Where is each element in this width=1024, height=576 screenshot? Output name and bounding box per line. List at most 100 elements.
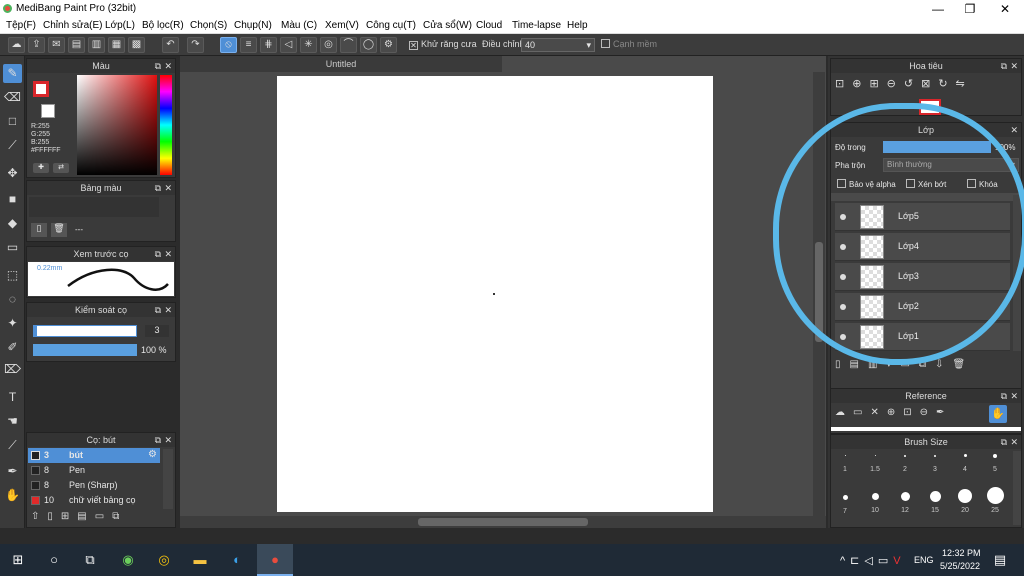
antialias-checkbox[interactable]: ✕ Khử răng cưa [409,39,477,50]
brush-size-option[interactable]: 25 [982,487,1008,514]
snap-off-icon[interactable]: ⦸ [220,37,237,53]
new-layer-icon[interactable]: ▯ [835,359,850,370]
radial-snap-icon[interactable]: ✳ [300,37,317,53]
eyedropper-icon[interactable]: ✚ [33,163,49,173]
tab-untitled[interactable]: Untitled [180,56,502,72]
folder-icon[interactable]: ▭ [900,359,918,370]
hand-tool-icon[interactable]: ✋ [3,486,22,505]
select-eraser-tool-icon[interactable]: ⌦ [3,360,22,379]
close-window-button[interactable]: ✕ [989,1,1021,17]
eyedropper-tool-icon[interactable]: ✒ [3,462,22,481]
close-icon[interactable]: ✕ [870,407,886,418]
eye-icon[interactable] [840,214,846,220]
gear-icon[interactable]: ⚙ [148,449,157,460]
menu-cloud[interactable]: Cloud [476,20,502,31]
menu-filter[interactable]: Bộ lọc(R) [142,20,184,31]
windows-start-icon[interactable]: ⊞ [10,552,26,568]
menu-edit[interactable]: Chỉnh sửa(E) [43,20,103,31]
magic-wand-tool-icon[interactable]: ✦ [3,314,22,333]
redo-icon[interactable]: ↷ [187,37,204,53]
text-tool-icon[interactable]: T [3,388,22,407]
tooltip-icon[interactable]: ▤ [68,37,85,53]
dot-tool-icon[interactable]: □ [3,112,22,131]
close-icon[interactable]: ✕ [164,303,172,317]
horizontal-scroll-thumb[interactable] [418,518,588,526]
brush-size-option[interactable]: 3 [922,455,948,473]
medibang-taskbar-button[interactable]: ● [257,544,293,576]
rotate-left-icon[interactable]: ↺ [904,78,921,90]
brush-size-option[interactable]: 7 [832,495,858,515]
clock-time[interactable]: 12:32 PM [942,548,981,558]
primary-color-swatch[interactable] [33,81,49,97]
undock-icon[interactable]: ⧉ [1001,389,1007,403]
brush-size-option[interactable]: 1.5 [862,455,888,473]
brush-item[interactable]: 8 Pen [28,463,160,478]
eye-icon[interactable] [840,244,846,250]
brush-size-option[interactable]: 10 [862,493,888,514]
eraser-tool-icon[interactable]: ⌫ [3,88,22,107]
eye-icon[interactable] [840,274,846,280]
close-icon[interactable]: ✕ [1010,435,1018,449]
eye-icon[interactable] [840,304,846,310]
brush-size-scrollbar[interactable] [1013,451,1021,525]
menu-capture[interactable]: Chụp(N) [234,20,272,31]
color-picker-field[interactable] [77,75,157,175]
maximize-button[interactable]: ❐ [954,1,986,17]
vivaldi-icon[interactable]: V [893,555,905,567]
folder-icon[interactable]: ▭ [95,511,112,522]
close-icon[interactable]: ✕ [164,433,172,447]
duplicate-layer-icon[interactable]: ⧉ [919,359,935,370]
zoom-out-icon[interactable]: ⊖ [920,407,936,418]
move-tool-icon[interactable]: ✥ [3,164,22,183]
menu-view[interactable]: Xem(V) [325,20,359,31]
cloud-icon[interactable]: ☁ [8,37,25,53]
close-icon[interactable]: ✕ [1010,123,1018,137]
layer-row[interactable]: Lớp4 [835,233,1010,261]
circle-snap-icon[interactable]: ◎ [320,37,337,53]
divide-tool-icon[interactable]: ⟋ [3,436,22,455]
menu-file[interactable]: Tệp(F) [6,20,36,31]
battery-icon[interactable]: ▭ [878,555,893,567]
layer-row[interactable]: Lớp2 [835,293,1010,321]
brush-size-option[interactable]: 4 [952,454,978,473]
eyedropper-icon[interactable]: ✒ [936,407,952,418]
undock-icon[interactable]: ⧉ [155,303,161,317]
brush-size-option[interactable]: 1 [832,455,858,473]
secondary-color-swatch[interactable] [41,104,55,118]
flip-icon[interactable]: ⇋ [956,78,973,90]
fit-window-icon[interactable]: ⊠ [921,78,938,90]
brush-size-option[interactable]: 15 [922,491,948,514]
line-tool-icon[interactable]: ⟋ [3,136,22,155]
brush-size-option[interactable]: 5 [982,454,1008,473]
undock-icon[interactable]: ⧉ [1001,435,1007,449]
undock-icon[interactable]: ⧉ [155,181,161,195]
menu-layer[interactable]: Lớp(L) [105,20,135,31]
new-brush-icon[interactable]: ▯ [47,511,61,522]
fill-rect-tool-icon[interactable]: ■ [3,190,22,209]
zoom-out-icon[interactable]: ⊖ [887,78,904,90]
layer-row[interactable]: Lớp1 [835,323,1010,351]
swap-icon[interactable]: ⇄ [53,163,69,173]
tile-icon[interactable]: ▦ [108,37,125,53]
copy-brush-icon[interactable]: ▤ [77,511,94,522]
lasso-tool-icon[interactable]: ◌ [3,290,22,309]
app-icon[interactable]: ◉ [120,552,136,568]
zoom-fit-icon[interactable]: ⊡ [835,78,852,90]
rotate-right-icon[interactable]: ↻ [938,78,955,90]
hue-slider[interactable] [160,75,172,175]
brush-size-option[interactable]: 20 [952,489,978,514]
menu-timelapse[interactable]: Time-lapse [512,20,561,31]
zoom-in-icon[interactable]: ⊕ [887,407,903,418]
cross-snap-icon[interactable]: ⋕ [260,37,277,53]
horizontal-scrollbar[interactable] [180,516,826,528]
undock-icon[interactable]: ⧉ [155,247,161,261]
brush-item[interactable]: 8 Pen (Sharp) [28,478,160,493]
language-indicator[interactable]: ENG [914,555,934,565]
folder-icon[interactable]: ▬ [192,552,208,568]
trash-icon[interactable]: 🗑 [51,223,67,237]
bucket-tool-icon[interactable]: ◆ [3,214,22,233]
page-icon[interactable]: ▥ [88,37,105,53]
add-layer-icon[interactable]: ▤ [850,359,868,370]
clock-date[interactable]: 5/25/2022 [940,561,980,571]
curve-snap-icon[interactable]: ⌒ [340,37,357,53]
